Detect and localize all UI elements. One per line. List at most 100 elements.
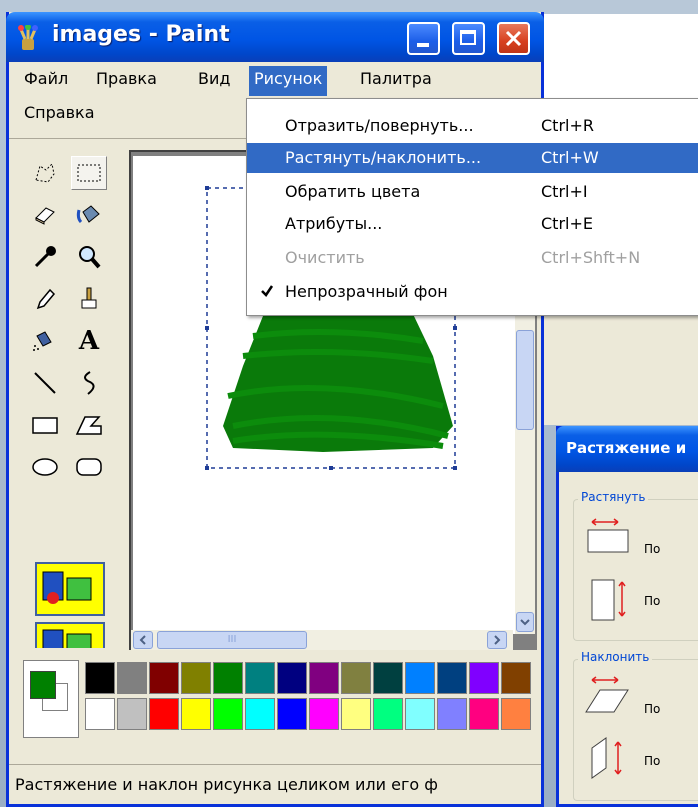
color-swatch[interactable] bbox=[149, 662, 179, 694]
menu-bar: Файл Правка Вид Рисунок Палитра bbox=[9, 62, 541, 96]
horizontal-stretch-icon bbox=[587, 518, 629, 553]
skew-horizontal-label: По bbox=[644, 702, 661, 716]
scroll-left-button[interactable] bbox=[133, 631, 153, 649]
foreground-color-swatch[interactable] bbox=[30, 671, 56, 699]
horizontal-skew-icon bbox=[585, 676, 629, 713]
rectangle-icon[interactable] bbox=[27, 408, 63, 442]
stretch-horizontal-label: По bbox=[644, 542, 661, 556]
color-swatch[interactable] bbox=[501, 698, 531, 730]
window-title: images - Paint bbox=[52, 22, 230, 47]
color-picker-icon[interactable] bbox=[27, 240, 63, 274]
dialog-title-bar[interactable]: Растяжение и bbox=[556, 426, 698, 472]
color-swatch[interactable] bbox=[245, 698, 275, 730]
color-swatch[interactable] bbox=[245, 662, 275, 694]
scroll-thumb-vertical[interactable] bbox=[516, 330, 534, 430]
menu-image[interactable]: Рисунок bbox=[249, 66, 328, 96]
scroll-right-button[interactable] bbox=[487, 631, 507, 649]
menu-edit[interactable]: Правка bbox=[91, 66, 162, 91]
skew-group: Наклонить По По bbox=[573, 650, 698, 801]
menu-help[interactable]: Справка bbox=[19, 100, 100, 125]
dialog-title: Растяжение и bbox=[566, 439, 687, 457]
stretch-group: Растянуть По По bbox=[573, 490, 698, 641]
stretch-group-label: Растянуть bbox=[578, 490, 649, 504]
color-swatch[interactable] bbox=[213, 698, 243, 730]
color-swatch[interactable] bbox=[85, 698, 115, 730]
rect-select-icon[interactable] bbox=[71, 156, 107, 190]
polygon-icon[interactable] bbox=[71, 408, 107, 442]
color-swatch[interactable] bbox=[85, 662, 115, 694]
color-swatch[interactable] bbox=[181, 662, 211, 694]
color-swatch[interactable] bbox=[117, 698, 147, 730]
chevron-left-icon bbox=[139, 635, 146, 645]
color-swatch[interactable] bbox=[309, 698, 339, 730]
rounded-rect-icon[interactable] bbox=[71, 450, 107, 484]
pencil-icon[interactable] bbox=[27, 282, 63, 316]
current-colors bbox=[23, 660, 79, 738]
chevron-right-icon bbox=[494, 635, 501, 645]
color-palette bbox=[23, 660, 541, 746]
color-swatch[interactable] bbox=[309, 662, 339, 694]
menu-item-attributes[interactable]: Атрибуты... Ctrl+E bbox=[247, 209, 698, 239]
color-swatch[interactable] bbox=[373, 698, 403, 730]
brush-icon[interactable] bbox=[71, 282, 107, 316]
eraser-icon[interactable] bbox=[27, 198, 63, 232]
color-swatch[interactable] bbox=[277, 698, 307, 730]
paint-app-icon bbox=[18, 25, 38, 50]
color-swatch[interactable] bbox=[149, 698, 179, 730]
horizontal-scrollbar[interactable]: III bbox=[131, 630, 513, 650]
color-swatch[interactable] bbox=[213, 662, 243, 694]
free-select-icon[interactable] bbox=[27, 156, 63, 190]
menu-item-invert-colors[interactable]: Обратить цвета Ctrl+I bbox=[247, 177, 698, 207]
color-swatch[interactable] bbox=[469, 698, 499, 730]
color-swatch[interactable] bbox=[405, 662, 435, 694]
toolbox: A bbox=[23, 150, 119, 648]
color-swatch[interactable] bbox=[117, 662, 147, 694]
color-swatch[interactable] bbox=[405, 698, 435, 730]
stretch-skew-dialog: Растяжение и Растянуть По По Наклонить П… bbox=[556, 426, 698, 807]
scroll-down-button[interactable] bbox=[516, 612, 534, 632]
ellipse-icon[interactable] bbox=[27, 450, 63, 484]
close-icon bbox=[505, 30, 522, 47]
minimize-icon bbox=[417, 43, 429, 47]
color-swatch[interactable] bbox=[501, 662, 531, 694]
color-swatch[interactable] bbox=[469, 662, 499, 694]
vertical-skew-icon bbox=[591, 737, 622, 779]
color-swatch[interactable] bbox=[341, 662, 371, 694]
maximize-button[interactable] bbox=[452, 22, 485, 55]
maximize-icon bbox=[460, 30, 476, 45]
close-button[interactable] bbox=[497, 22, 530, 55]
title-bar[interactable]: images - Paint bbox=[6, 12, 544, 62]
color-swatch[interactable] bbox=[181, 698, 211, 730]
transparency-mode-transparent[interactable] bbox=[35, 622, 105, 648]
menu-item-flip-rotate[interactable]: Отразить/повернуть... Ctrl+R bbox=[247, 111, 698, 141]
chevron-down-icon bbox=[520, 619, 530, 626]
status-text: Растяжение и наклон рисунка целиком или … bbox=[15, 775, 438, 794]
color-swatch[interactable] bbox=[373, 662, 403, 694]
stretch-vertical-label: По bbox=[644, 594, 661, 608]
status-bar: Растяжение и наклон рисунка целиком или … bbox=[9, 764, 541, 804]
fill-icon[interactable] bbox=[71, 198, 107, 232]
scroll-thumb-horizontal[interactable]: III bbox=[157, 631, 307, 649]
curve-icon[interactable] bbox=[71, 366, 107, 400]
checkmark-icon bbox=[261, 285, 274, 297]
line-icon[interactable] bbox=[27, 366, 63, 400]
menu-item-opaque-background[interactable]: Непрозрачный фон bbox=[247, 277, 698, 307]
airbrush-icon[interactable] bbox=[27, 324, 63, 358]
vertical-stretch-icon bbox=[591, 579, 626, 621]
menu-item-stretch-skew[interactable]: Растянуть/наклонить... Ctrl+W bbox=[247, 143, 698, 173]
skew-vertical-label: По bbox=[644, 754, 661, 768]
minimize-button[interactable] bbox=[407, 22, 440, 55]
menu-item-clear: Очистить Ctrl+Shft+N bbox=[285, 248, 641, 267]
color-swatch[interactable] bbox=[277, 662, 307, 694]
menu-view[interactable]: Вид bbox=[193, 66, 235, 91]
background-panel bbox=[544, 310, 698, 425]
text-icon[interactable]: A bbox=[71, 324, 107, 358]
image-menu-dropdown: Отразить/повернуть... Ctrl+R Растянуть/н… bbox=[246, 98, 698, 316]
color-swatch[interactable] bbox=[341, 698, 371, 730]
transparency-mode-opaque[interactable] bbox=[35, 562, 105, 616]
color-swatch[interactable] bbox=[437, 662, 467, 694]
magnifier-icon[interactable] bbox=[71, 240, 107, 274]
menu-file[interactable]: Файл bbox=[19, 66, 73, 91]
menu-colors[interactable]: Палитра bbox=[355, 66, 437, 91]
color-swatch[interactable] bbox=[437, 698, 467, 730]
